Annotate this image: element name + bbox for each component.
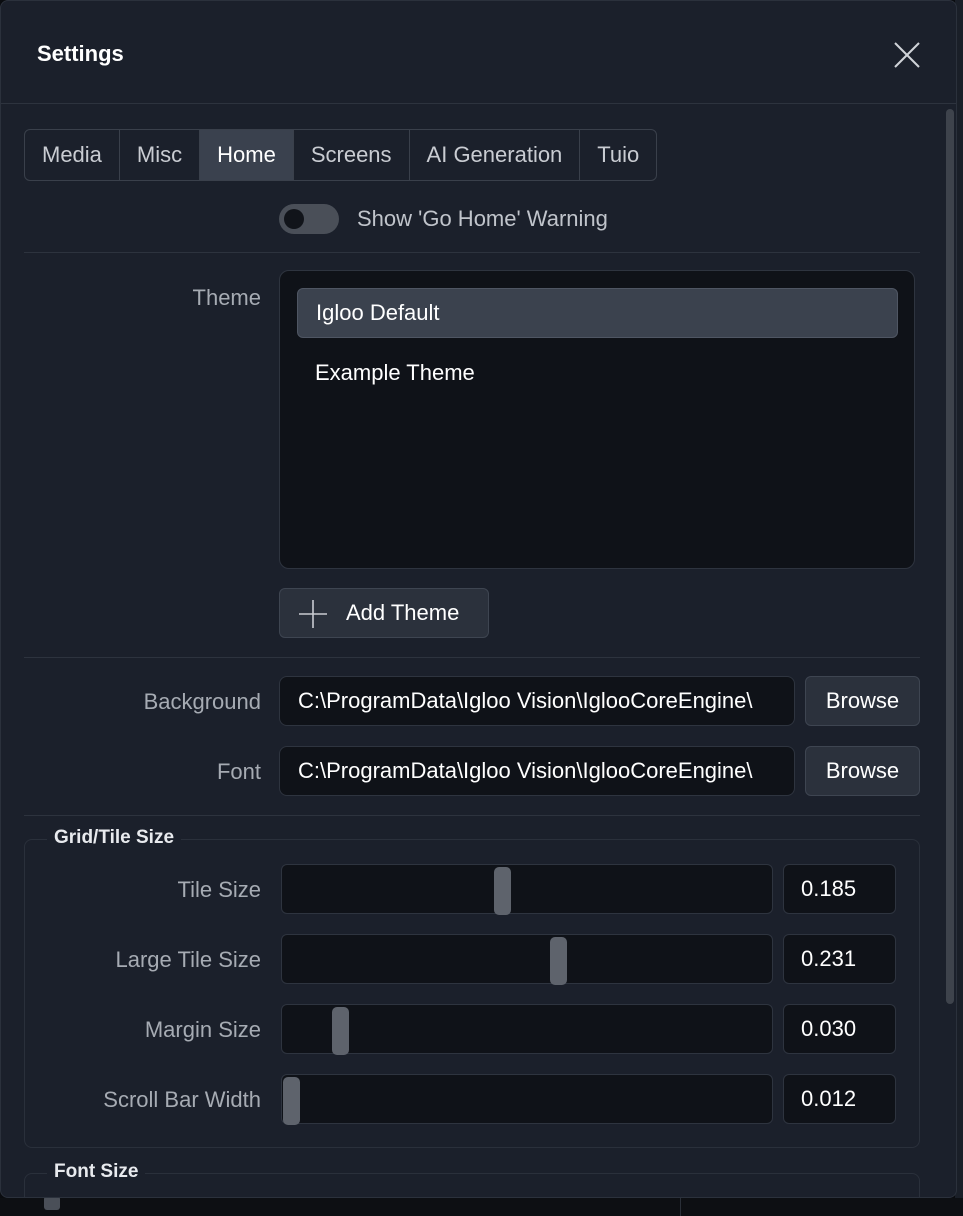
- grid-tile-size-title: Grid/Tile Size: [47, 827, 182, 849]
- dialog-title: Settings: [37, 41, 124, 66]
- slider-handle[interactable]: [283, 1077, 300, 1125]
- background-window-bottom: [0, 1198, 963, 1216]
- scrollbar-thumb[interactable]: [946, 109, 954, 1004]
- theme-label: Theme: [192, 285, 261, 310]
- font-browse-button[interactable]: Browse: [805, 746, 920, 796]
- background-browse-button[interactable]: Browse: [805, 676, 920, 726]
- font-size-group: [24, 1173, 920, 1197]
- background-path-field[interactable]: C:\ProgramData\Igloo Vision\IglooCoreEng…: [279, 676, 795, 726]
- background-label: Background: [143, 689, 261, 714]
- font-size-value[interactable]: [783, 1197, 898, 1198]
- theme-item-igloo-default[interactable]: Igloo Default: [297, 288, 898, 338]
- font-size-title: Font Size: [47, 1161, 146, 1183]
- divider: [24, 657, 920, 658]
- tab-home[interactable]: Home: [200, 130, 294, 180]
- go-home-warning-toggle[interactable]: [279, 204, 339, 234]
- tile-size-value[interactable]: 0.185: [783, 864, 896, 914]
- theme-item-example-theme[interactable]: Example Theme: [297, 348, 898, 398]
- tile-size-slider[interactable]: [281, 864, 773, 915]
- close-button[interactable]: [889, 37, 925, 73]
- margin-size-value[interactable]: 0.030: [783, 1004, 896, 1054]
- dialog-header: Settings: [1, 1, 956, 104]
- tab-ai-generation[interactable]: AI Generation: [410, 130, 581, 180]
- font-label: Font: [216, 759, 261, 784]
- dialog-scrollbar[interactable]: [945, 109, 955, 1004]
- font-size-slider[interactable]: [281, 1197, 775, 1198]
- settings-dialog: Settings Media Misc Home Screens AI Gene…: [0, 0, 957, 1198]
- add-theme-label: Add Theme: [346, 600, 460, 625]
- slider-handle[interactable]: [332, 1007, 349, 1055]
- scroll-bar-width-slider[interactable]: [281, 1074, 773, 1125]
- tab-misc[interactable]: Misc: [120, 130, 201, 180]
- settings-tabs: Media Misc Home Screens AI Generation Tu…: [24, 129, 658, 181]
- margin-size-slider[interactable]: [281, 1004, 773, 1055]
- large-tile-size-slider[interactable]: [281, 934, 773, 985]
- theme-list[interactable]: Igloo Default Example Theme: [279, 270, 915, 569]
- slider-handle[interactable]: [550, 937, 567, 985]
- background-divider: [680, 1198, 681, 1216]
- tab-tuio[interactable]: Tuio: [580, 130, 656, 180]
- close-icon: [894, 42, 920, 68]
- go-home-warning-label: Show 'Go Home' Warning: [357, 206, 608, 231]
- tile-size-label: Tile Size: [177, 877, 261, 902]
- divider: [24, 815, 920, 816]
- large-tile-size-value[interactable]: 0.231: [783, 934, 896, 984]
- plus-icon: [299, 600, 327, 628]
- add-theme-button[interactable]: Add Theme: [279, 588, 489, 638]
- divider: [24, 252, 920, 253]
- toggle-knob: [284, 209, 304, 229]
- slider-handle[interactable]: [494, 867, 511, 915]
- margin-size-label: Margin Size: [144, 1017, 261, 1042]
- tab-screens[interactable]: Screens: [294, 130, 410, 180]
- font-path-field[interactable]: C:\ProgramData\Igloo Vision\IglooCoreEng…: [279, 746, 795, 796]
- large-tile-size-label: Large Tile Size: [115, 947, 261, 972]
- scroll-bar-width-value[interactable]: 0.012: [783, 1074, 896, 1124]
- scroll-bar-width-label: Scroll Bar Width: [103, 1087, 261, 1112]
- tab-media[interactable]: Media: [25, 130, 120, 180]
- background-slider-handle: [44, 1196, 60, 1210]
